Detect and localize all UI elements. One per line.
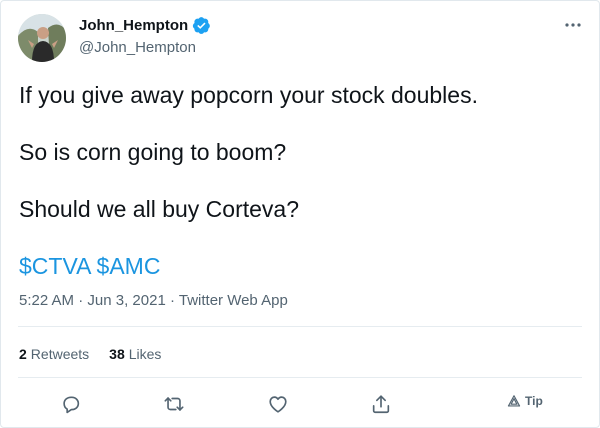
verified-badge-icon [192, 16, 211, 35]
meta-separator: · [74, 292, 88, 309]
name-row: John_Hempton [79, 16, 211, 35]
divider [18, 377, 582, 378]
tweet-line-3: Should we all buy Corteva? [19, 196, 299, 222]
display-name[interactable]: John_Hempton [79, 17, 188, 34]
reply-icon[interactable] [57, 390, 85, 418]
retweets-label: Retweets [30, 346, 90, 362]
tweet-date[interactable]: Jun 3, 2021 [87, 292, 165, 309]
tweet-stats: 2 Retweets 38 Likes [19, 346, 181, 362]
tweet-card: John_Hempton @John_Hempton If you give a… [0, 0, 600, 428]
retweets-count: 2 [19, 346, 27, 362]
divider [18, 326, 582, 327]
tip-button[interactable]: Tip [507, 394, 543, 408]
tip-icon [507, 395, 521, 407]
tweet-source[interactable]: Twitter Web App [179, 292, 288, 309]
share-icon[interactable] [367, 390, 395, 418]
likes-count: 38 [109, 346, 125, 362]
meta-separator: · [165, 292, 179, 309]
tweet-line-2: So is corn going to boom? [19, 139, 287, 165]
tweet-meta: 5:22 AM · Jun 3, 2021 · Twitter Web App [19, 292, 288, 309]
tweet-text: If you give away popcorn your stock doub… [19, 81, 579, 280]
cashtag-line: $CTVA $AMC [19, 252, 579, 280]
cashtag-ctva[interactable]: $CTVA [19, 253, 90, 279]
likes-stat[interactable]: 38 Likes [109, 346, 161, 362]
user-handle[interactable]: @John_Hempton [79, 39, 196, 56]
tweet-time[interactable]: 5:22 AM [19, 292, 74, 309]
retweets-stat[interactable]: 2 Retweets [19, 346, 89, 362]
tweet-line-1: If you give away popcorn your stock doub… [19, 82, 478, 108]
avatar[interactable] [18, 14, 66, 62]
likes-label: Likes [128, 346, 162, 362]
more-icon[interactable] [563, 15, 583, 35]
retweet-icon[interactable] [160, 390, 188, 418]
tip-label: Tip [525, 394, 543, 408]
heart-icon[interactable] [264, 390, 292, 418]
cashtag-amc[interactable]: $AMC [97, 253, 161, 279]
action-bar: Tip [1, 390, 600, 418]
